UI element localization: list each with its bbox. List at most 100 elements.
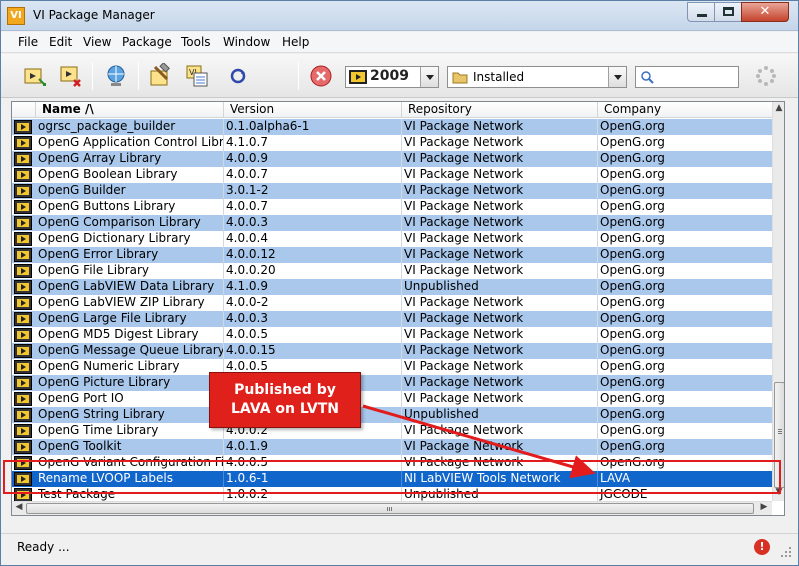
table-row[interactable]: OpenG LabVIEW ZIP Library 4.0.0-2 VI Packa… bbox=[12, 295, 772, 311]
menu-window[interactable]: Window bbox=[223, 35, 270, 49]
scroll-left-icon[interactable]: ◀ bbox=[13, 502, 25, 514]
toolbar-separator bbox=[92, 62, 93, 90]
chevron-down-icon[interactable] bbox=[608, 67, 626, 87]
table-row[interactable]: OpenG Error Library 4.0.0.12 VI Package Ne… bbox=[12, 247, 772, 263]
package-company-cell: OpenG.org bbox=[600, 359, 665, 373]
install-package-button[interactable] bbox=[21, 63, 47, 89]
minimize-icon bbox=[697, 14, 707, 17]
table-row[interactable]: OpenG Dictionary Library 4.0.0.4 VI Packag… bbox=[12, 231, 772, 247]
table-row[interactable]: ogrsc_package_builder 0.1.0alpha6-1 VI Pac… bbox=[12, 119, 772, 135]
stop-button[interactable] bbox=[308, 63, 334, 89]
table-row[interactable]: OpenG LabVIEW Data Library 4.1.0.9 Unpubli… bbox=[12, 279, 772, 295]
repository-column-header[interactable]: Repository bbox=[402, 102, 598, 118]
table-row[interactable]: OpenG Large File Library 4.0.0.3 VI Packag… bbox=[12, 311, 772, 327]
table-row[interactable]: OpenG File Library 4.0.0.20 VI Package Net… bbox=[12, 263, 772, 279]
hammer-icon bbox=[150, 62, 170, 86]
table-row[interactable]: OpenG Application Control Library 4.1.0.7… bbox=[12, 135, 772, 151]
table-row[interactable]: OpenG Message Queue Library 4.0.0.15 VI Pa… bbox=[12, 343, 772, 359]
table-row[interactable]: OpenG Numeric Library 4.0.0.5 VI Package N… bbox=[12, 359, 772, 375]
package-name-cell: OpenG Dictionary Library bbox=[36, 231, 224, 247]
package-icon bbox=[14, 120, 32, 134]
menu-file[interactable]: File bbox=[18, 35, 38, 49]
vi-package-configuration-button[interactable]: VI bbox=[184, 63, 210, 89]
labview-version-select[interactable]: 2009 bbox=[345, 66, 439, 88]
package-icon bbox=[14, 168, 32, 182]
table-row[interactable]: OpenG Builder 3.0.1-2 VI Package Network Op… bbox=[12, 183, 772, 199]
package-company-cell: OpenG.org bbox=[600, 295, 665, 309]
package-name-cell: OpenG Port IO bbox=[36, 391, 224, 407]
package-icon bbox=[14, 184, 32, 198]
company-column-header[interactable]: Company bbox=[598, 102, 772, 118]
package-repository-cell: VI Package Network bbox=[402, 247, 598, 263]
app-logo-icon: VI bbox=[7, 7, 25, 25]
package-icon bbox=[14, 376, 32, 390]
package-icon bbox=[14, 312, 32, 326]
package-name-cell: OpenG Application Control Library bbox=[38, 135, 224, 151]
vertical-scrollbar[interactable]: ▲ ▼ bbox=[772, 102, 784, 501]
package-version-cell: 4.1.0.7 bbox=[224, 135, 402, 151]
menu-help[interactable]: Help bbox=[282, 35, 309, 49]
version-column-header[interactable]: Version bbox=[224, 102, 402, 118]
chevron-down-icon[interactable] bbox=[420, 67, 438, 87]
scroll-up-icon[interactable]: ▲ bbox=[773, 103, 784, 115]
menu-tools[interactable]: Tools bbox=[181, 35, 211, 49]
package-icon bbox=[14, 328, 32, 342]
package-repository-cell: VI Package Network bbox=[402, 391, 598, 407]
toolbar: VI 2009 Installed bbox=[1, 54, 798, 98]
table-row[interactable]: OpenG MD5 Digest Library 4.0.0.5 VI Packag… bbox=[12, 327, 772, 343]
table-row[interactable]: OpenG Picture Library4.0.0.3VI Package N… bbox=[12, 375, 772, 391]
table-row[interactable]: OpenG Time Library 4.0.0.2 VI Package Netw… bbox=[12, 423, 772, 439]
package-company-cell: OpenG.org bbox=[600, 327, 665, 341]
package-version-cell: 4.0.0.12 bbox=[224, 247, 402, 263]
package-list: Name /\ Version Repository Company ogrsc… bbox=[11, 101, 785, 516]
minimize-button[interactable] bbox=[687, 2, 715, 22]
package-filter-select[interactable]: Installed bbox=[447, 66, 627, 88]
uninstall-package-button[interactable] bbox=[57, 63, 83, 89]
close-button[interactable]: ✕ bbox=[741, 2, 789, 22]
resize-grip-icon[interactable] bbox=[780, 546, 792, 558]
table-row[interactable]: OpenG Port IO4.0.0.4VI Package NetworkOp… bbox=[12, 391, 772, 407]
package-company-cell: OpenG.org bbox=[600, 183, 665, 197]
toolbar-separator bbox=[138, 62, 139, 90]
horizontal-scroll-thumb[interactable] bbox=[26, 503, 754, 514]
scroll-right-icon[interactable]: ▶ bbox=[758, 502, 770, 514]
package-repository-cell: VI Package Network bbox=[402, 135, 598, 151]
table-row[interactable]: OpenG Buttons Library 4.0.0.7 VI Package N… bbox=[12, 199, 772, 215]
package-name-cell: OpenG Numeric Library bbox=[36, 359, 224, 375]
package-repository-cell: VI Package Network bbox=[402, 439, 598, 455]
search-input[interactable] bbox=[635, 66, 739, 88]
stop-icon bbox=[310, 65, 332, 87]
table-row[interactable]: OpenG Array Library 4.0.0.9 VI Package Net… bbox=[12, 151, 772, 167]
refresh-icon bbox=[230, 68, 246, 84]
package-company-cell: OpenG.org bbox=[600, 199, 665, 213]
menu-package[interactable]: Package bbox=[122, 35, 172, 49]
busy-indicator bbox=[753, 63, 779, 89]
name-column-header[interactable]: Name /\ bbox=[36, 102, 224, 118]
alert-icon[interactable]: ! bbox=[754, 539, 770, 555]
build-package-button[interactable] bbox=[147, 62, 173, 89]
package-repository-cell: VI Package Network bbox=[402, 359, 598, 375]
package-name-cell: ogrsc_package_builder bbox=[36, 119, 224, 135]
menu-view[interactable]: View bbox=[83, 35, 111, 49]
package-version-cell: 4.0.0.3 bbox=[224, 311, 402, 327]
package-repository-cell: VI Package Network bbox=[402, 215, 598, 231]
package-repository-cell: VI Package Network bbox=[402, 151, 598, 167]
table-row[interactable]: OpenG String Library4.0.0.5UnpublishedOp… bbox=[12, 407, 772, 423]
install-icon bbox=[24, 68, 46, 86]
package-name-cell: OpenG Toolkit bbox=[36, 439, 224, 455]
table-row[interactable]: OpenG Boolean Library 4.0.0.7 VI Package N… bbox=[12, 167, 772, 183]
table-row[interactable]: OpenG Toolkit 4.0.1.9 VI Package Network Op… bbox=[12, 439, 772, 455]
window-title: VI Package Manager bbox=[33, 8, 155, 22]
package-name-cell: OpenG String Library bbox=[36, 407, 224, 423]
package-version-cell: 4.0.0.4 bbox=[224, 231, 402, 247]
maximize-icon bbox=[723, 7, 734, 16]
title-bar: VI VI Package Manager ✕ bbox=[1, 1, 798, 31]
menu-edit[interactable]: Edit bbox=[49, 35, 72, 49]
horizontal-scrollbar[interactable]: ◀ ▶ bbox=[12, 501, 772, 515]
package-icon bbox=[14, 248, 32, 262]
refresh-button[interactable] bbox=[225, 63, 251, 89]
table-row[interactable]: OpenG Comparison Library 4.0.0.3 VI Packag… bbox=[12, 215, 772, 231]
icon-column-header[interactable] bbox=[12, 102, 36, 118]
maximize-button[interactable] bbox=[714, 2, 742, 22]
check-network-button[interactable] bbox=[103, 63, 129, 89]
